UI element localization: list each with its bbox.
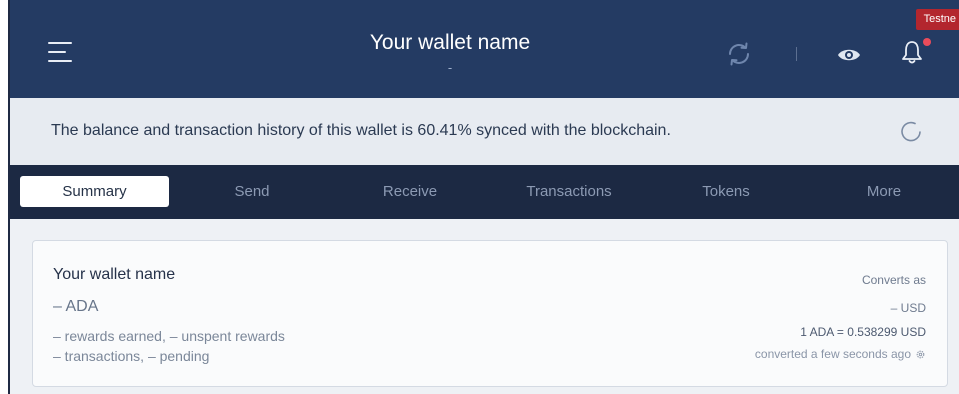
ada-balance: – ADA — [53, 298, 99, 315]
conversion-rate: 1 ADA = 0.538299 USD — [800, 325, 926, 339]
summary-wallet-name: Your wallet name — [53, 266, 176, 283]
tab-summary[interactable]: Summary — [20, 176, 169, 207]
tab-transactions[interactable]: Transactions — [504, 176, 634, 207]
tab-receive[interactable]: Receive — [350, 176, 470, 207]
sync-icon[interactable] — [725, 40, 753, 68]
loading-spinner-icon — [901, 121, 921, 142]
tab-tokens[interactable]: Tokens — [666, 176, 786, 207]
gear-icon[interactable] — [915, 349, 926, 360]
conversion-timestamp: converted a few seconds ago — [755, 347, 926, 361]
menu-icon[interactable] — [48, 42, 74, 64]
sync-status-text: The balance and transaction history of t… — [51, 122, 671, 139]
wallet-nav-tabs: Summary Send Receive Transactions Tokens… — [10, 165, 959, 219]
tab-send[interactable]: Send — [192, 176, 312, 207]
testnet-badge: Testne — [915, 9, 959, 30]
transactions-summary: – transactions, – pending — [53, 348, 210, 364]
wallet-app: Your wallet name - Testne The balance an… — [10, 0, 959, 394]
wallet-title-subtext: - — [447, 60, 453, 75]
conversion-timestamp-text: converted a few seconds ago — [754, 347, 911, 361]
header-divider — [796, 47, 797, 61]
summary-content: Your wallet name – ADA – rewards earned,… — [10, 219, 959, 394]
left-window-edge — [0, 0, 10, 394]
notification-dot — [923, 38, 931, 46]
rewards-summary: – rewards earned, – unspent rewards — [53, 328, 285, 344]
usd-balance: – USD — [890, 301, 926, 315]
eye-icon[interactable] — [836, 45, 862, 65]
wallet-summary-card: Your wallet name – ADA – rewards earned,… — [32, 240, 948, 387]
bell-icon[interactable] — [898, 38, 926, 66]
tab-more[interactable]: More — [824, 176, 944, 207]
sync-status-banner: The balance and transaction history of t… — [10, 98, 959, 165]
top-bar: Your wallet name - Testne — [10, 0, 959, 98]
converts-as-label: Converts as — [861, 273, 926, 287]
wallet-title[interactable]: Your wallet name — [300, 31, 600, 55]
